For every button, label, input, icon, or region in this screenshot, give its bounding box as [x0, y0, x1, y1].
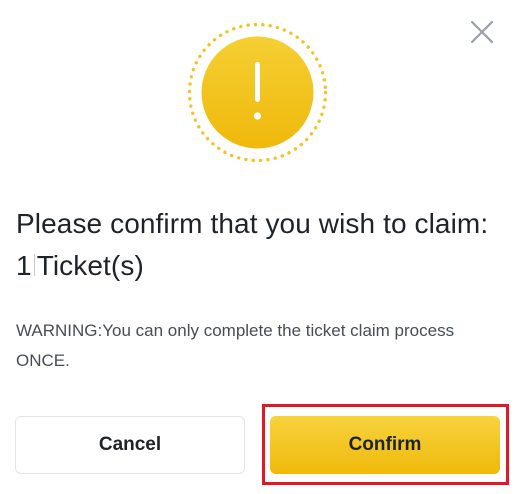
- close-icon: [470, 20, 494, 44]
- dialog-title: Please confirm that you wish to claim: 1…: [16, 203, 496, 287]
- warning-message: WARNING:You can only complete the ticket…: [16, 321, 455, 370]
- confirm-button-label: Confirm: [348, 434, 422, 455]
- exclamation-icon: [185, 20, 330, 165]
- title-ticket-text: Ticket(s): [36, 250, 144, 281]
- confirm-button[interactable]: Confirm: [270, 416, 500, 474]
- claim-confirm-dialog: Please confirm that you wish to claim: 1…: [0, 0, 515, 494]
- text-cursor: [33, 254, 35, 276]
- close-button[interactable]: [466, 16, 498, 48]
- cancel-button[interactable]: Cancel: [15, 416, 245, 474]
- cancel-button-label: Cancel: [98, 434, 162, 455]
